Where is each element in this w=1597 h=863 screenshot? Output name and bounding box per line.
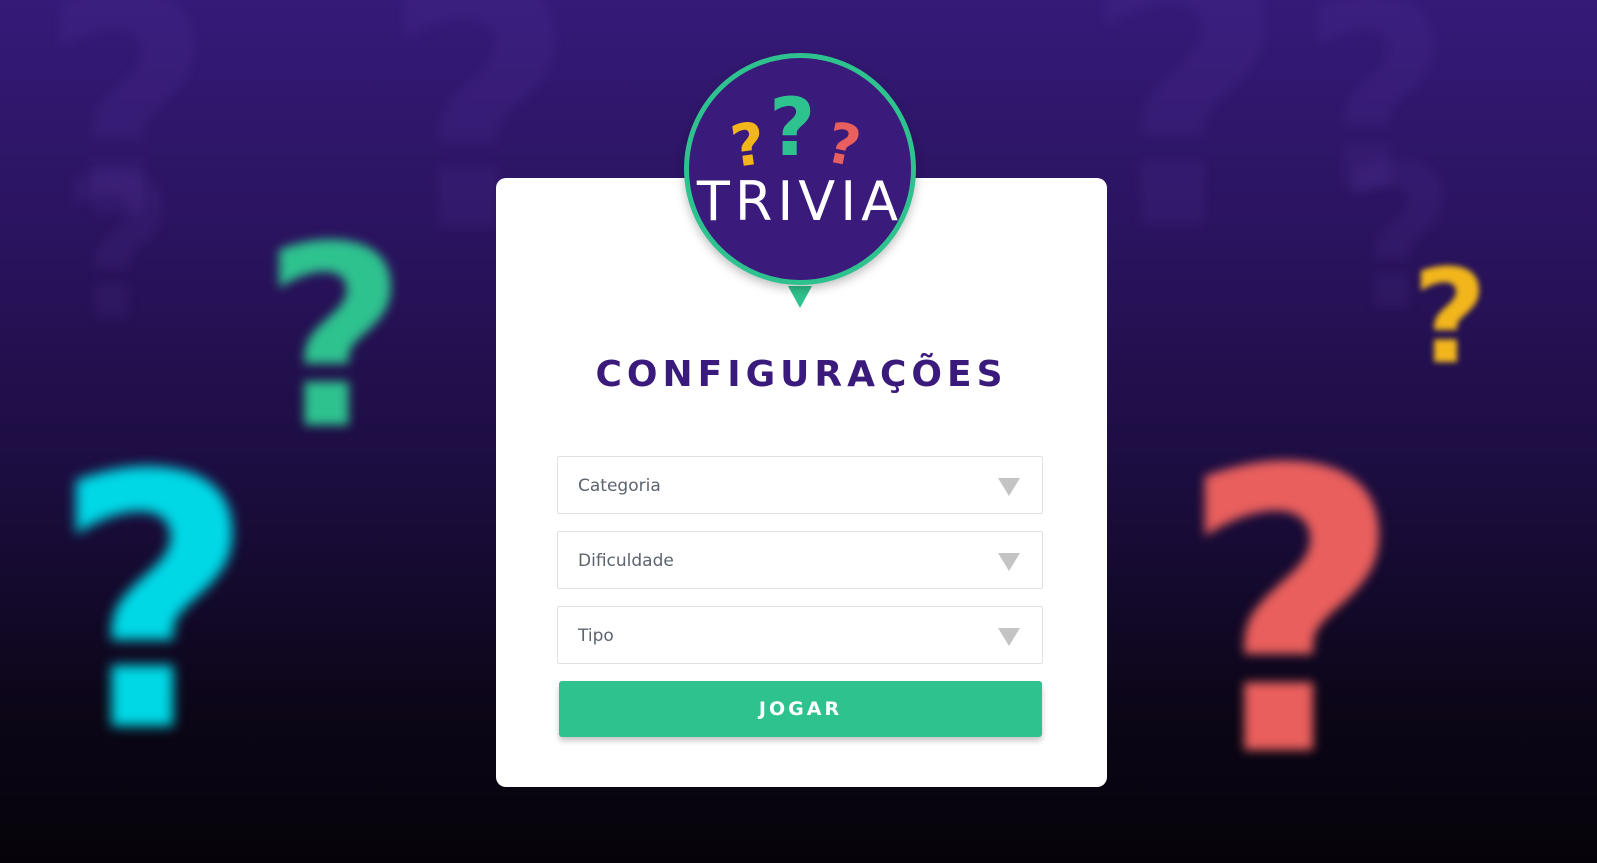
- ghost-question-mark: ?: [60, 133, 177, 366]
- play-button[interactable]: JOGAR: [559, 681, 1042, 737]
- category-select[interactable]: Categoria: [557, 456, 1043, 514]
- trivia-logo: ? ? ? TRIVIA: [684, 53, 916, 285]
- caret-down-icon: [998, 628, 1020, 646]
- page-title: CONFIGURAÇÕES: [595, 354, 1008, 395]
- yellow-question-mark: ?: [1412, 241, 1488, 393]
- logo-question-icon: ?: [820, 110, 866, 181]
- logo-pointer: [788, 286, 812, 308]
- type-select[interactable]: Tipo: [557, 606, 1043, 664]
- cyan-question-mark: ?: [52, 401, 256, 809]
- type-select-label: Tipo: [578, 626, 614, 646]
- logo-question-icon: ?: [769, 81, 816, 174]
- logo-question-icon: ?: [726, 108, 770, 182]
- difficulty-select[interactable]: Dificuldade: [557, 531, 1043, 589]
- difficulty-select-label: Dificuldade: [578, 551, 674, 571]
- green-question-mark: ?: [262, 193, 408, 484]
- caret-down-icon: [998, 478, 1020, 496]
- ghost-question-mark: ?: [1080, 0, 1289, 309]
- red-question-mark: ?: [1178, 388, 1405, 842]
- logo-text: TRIVIA: [696, 170, 904, 233]
- caret-down-icon: [998, 553, 1020, 571]
- category-select-label: Categoria: [578, 476, 661, 496]
